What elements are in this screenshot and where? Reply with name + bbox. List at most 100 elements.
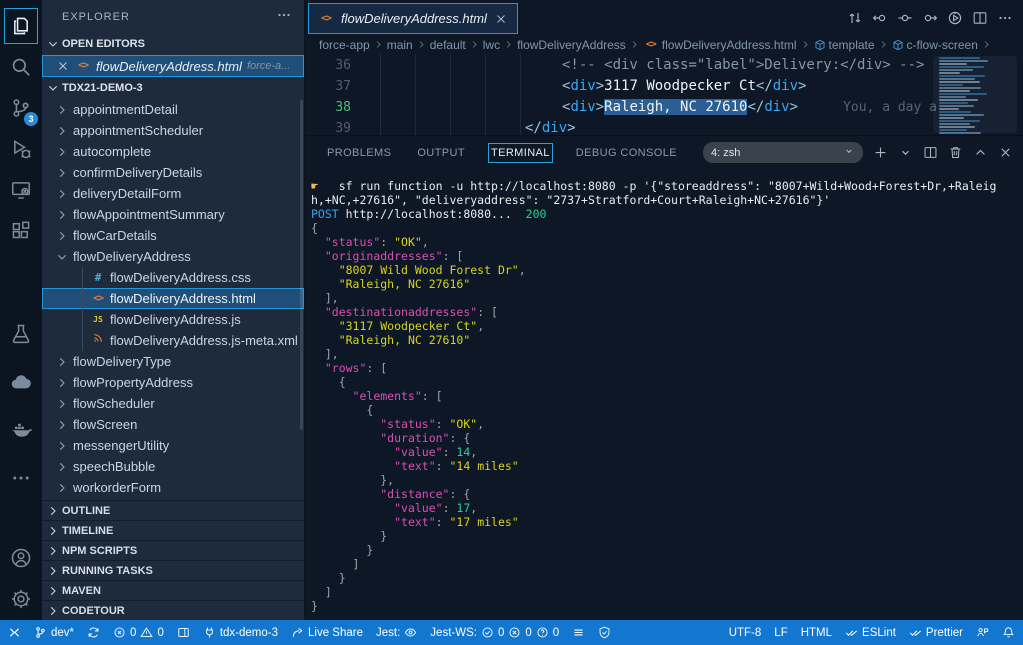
more-icon[interactable] [997, 10, 1013, 26]
editor-layout[interactable] [177, 626, 190, 639]
terminal-line: "Raleigh, NC 27610" [311, 333, 1023, 347]
editor-actions [847, 10, 1023, 26]
activity-settings[interactable] [0, 579, 42, 619]
tree-item-label: appointmentDetail [73, 102, 178, 117]
tree-item[interactable]: workorderForm [42, 477, 304, 498]
tree-item[interactable]: flowScheduler [42, 393, 304, 414]
breadcrumb-item[interactable]: main [387, 38, 413, 52]
sidebar-explorer: EXPLORER OPEN EDITORS <>flowDeliveryAddr… [42, 0, 305, 620]
tree-item[interactable]: confirmDeliveryDetails [42, 162, 304, 183]
tree-item[interactable]: appointmentScheduler [42, 120, 304, 141]
sidebar-section-maven[interactable]: MAVEN [42, 580, 304, 600]
activity-run-debug[interactable] [0, 129, 42, 169]
activity-test-beaker[interactable] [0, 314, 42, 354]
project-header[interactable]: TDX21-DEMO-3 [42, 77, 304, 99]
code-editor[interactable]: 36373839 <!-- <div class="label">Deliver… [305, 54, 1023, 135]
chevron-up-icon[interactable] [973, 145, 988, 160]
open-editors-header[interactable]: OPEN EDITORS [42, 33, 304, 55]
activity-docker[interactable] [0, 410, 42, 450]
breadcrumb-item[interactable]: default [430, 38, 466, 52]
tree-item[interactable]: appointmentDetail [42, 99, 304, 120]
breadcrumb-separator-icon [629, 39, 640, 50]
split-editor-icon[interactable] [923, 145, 938, 160]
activity-source-control[interactable]: 3 [0, 88, 42, 128]
encoding[interactable]: UTF-8 [729, 627, 762, 639]
jest-ws-status[interactable]: Jest-WS:000 [430, 626, 559, 639]
jest-status[interactable]: Jest: [376, 626, 417, 639]
compare-changes-icon[interactable] [847, 10, 863, 26]
split-editor-icon[interactable] [972, 10, 988, 26]
terminal-selector[interactable]: 4: zsh [703, 142, 863, 163]
tree-item[interactable]: speechBubble [42, 456, 304, 477]
tree-item[interactable]: deliveryDetailForm [42, 183, 304, 204]
tree-item[interactable]: flowScreen [42, 414, 304, 435]
indent-guide [415, 54, 416, 135]
tree-item[interactable]: flowAppointmentSummary [42, 204, 304, 225]
problems-status[interactable]: 00 [113, 626, 164, 639]
chevron-small-down-icon[interactable] [898, 145, 913, 160]
remote-indicator[interactable] [8, 626, 21, 639]
prettier-status[interactable]: Prettier [909, 626, 963, 639]
tree-item[interactable]: flowDeliveryAddress [42, 246, 304, 267]
tree-item[interactable]: autocomplete [42, 141, 304, 162]
tree-item[interactable]: flowDeliveryType [42, 351, 304, 372]
tree-item[interactable]: flowPropertyAddress [42, 372, 304, 393]
sync-status[interactable] [87, 626, 100, 639]
feedback[interactable] [976, 626, 989, 639]
breadcrumb-item[interactable]: <>flowDeliveryAddress.html [643, 37, 797, 53]
open-editor-item[interactable]: <>flowDeliveryAddress.htmlforce-a... [42, 55, 304, 77]
live-share[interactable]: Live Share [291, 626, 363, 639]
notifications[interactable] [1002, 626, 1015, 639]
tree-item[interactable]: flowCarDetails [42, 225, 304, 246]
panel-tab-problems[interactable]: PROBLEMS [325, 144, 393, 162]
panel-tabs: PROBLEMS OUTPUT TERMINAL DEBUG CONSOLE [325, 144, 679, 162]
code-content[interactable]: <!-- <div class="label">Delivery:</div> … [357, 54, 1023, 135]
add-icon[interactable] [873, 145, 888, 160]
activity-more[interactable] [0, 458, 42, 498]
breadcrumb-separator-icon [878, 39, 889, 50]
tasks-menu[interactable] [572, 626, 585, 639]
sidebar-section-npm-scripts[interactable]: NPM SCRIPTS [42, 540, 304, 560]
activity-cloud[interactable] [0, 362, 42, 402]
breadcrumb-item[interactable]: force-app [319, 38, 370, 52]
run-circle-icon[interactable] [947, 10, 963, 26]
eslint-status[interactable]: ESLint [845, 626, 896, 639]
breadcrumb-item[interactable]: c-flow-screen [892, 38, 978, 52]
org-status[interactable]: tdx-demo-3 [203, 626, 278, 639]
panel-tab-terminal[interactable]: TERMINAL [489, 144, 552, 162]
editor-tab[interactable]: <>flowDeliveryAddress.html [308, 3, 518, 34]
close-icon[interactable] [998, 145, 1013, 160]
nav-back-icon[interactable] [872, 10, 888, 26]
breadcrumb-item[interactable]: template [814, 38, 875, 52]
breadcrumb-item[interactable]: lwc [483, 38, 500, 52]
terminal-line: h,+NC,+27616", "deliveryaddress": "2737+… [311, 193, 1023, 207]
sidebar-section-running-tasks[interactable]: RUNNING TASKS [42, 560, 304, 580]
tree-item-label: flowPropertyAddress [73, 375, 193, 390]
sidebar-section-outline[interactable]: OUTLINE [42, 500, 304, 520]
activity-remote-explorer[interactable] [0, 170, 42, 210]
panel-tab-debug-console[interactable]: DEBUG CONSOLE [574, 144, 679, 162]
language-mode[interactable]: HTML [801, 627, 832, 639]
activity-search[interactable] [0, 47, 42, 87]
minimap[interactable] [933, 56, 1017, 133]
editor-group: <>flowDeliveryAddress.html force-app main… [305, 0, 1023, 620]
nav-forward-icon[interactable] [922, 10, 938, 26]
tab-close-icon[interactable] [494, 12, 508, 26]
sidebar-section-codetour[interactable]: CODETOUR [42, 600, 304, 620]
git-branch-status[interactable]: dev* [34, 626, 74, 639]
breadcrumb-item[interactable]: flowDeliveryAddress [517, 38, 626, 52]
tree-item[interactable]: messengerUtility [42, 435, 304, 456]
activity-extensions[interactable] [0, 211, 42, 251]
sidebar-section-timeline[interactable]: TIMELINE [42, 520, 304, 540]
activity-account[interactable] [0, 538, 42, 578]
nav-node-icon[interactable] [897, 10, 913, 26]
trash-icon[interactable] [948, 145, 963, 160]
code-line: <div>Raleigh, NC 27610</div>You, a day a [562, 97, 937, 118]
eol[interactable]: LF [774, 627, 787, 639]
panel-tab-output[interactable]: OUTPUT [415, 144, 467, 162]
sidebar-scrollbar[interactable] [300, 100, 303, 430]
terminal-output[interactable]: ☛ sf run function -u http://localhost:80… [305, 169, 1023, 620]
more-actions-icon[interactable] [276, 7, 292, 26]
activity-explorer[interactable] [0, 6, 42, 46]
workspace-trust[interactable] [598, 626, 611, 639]
